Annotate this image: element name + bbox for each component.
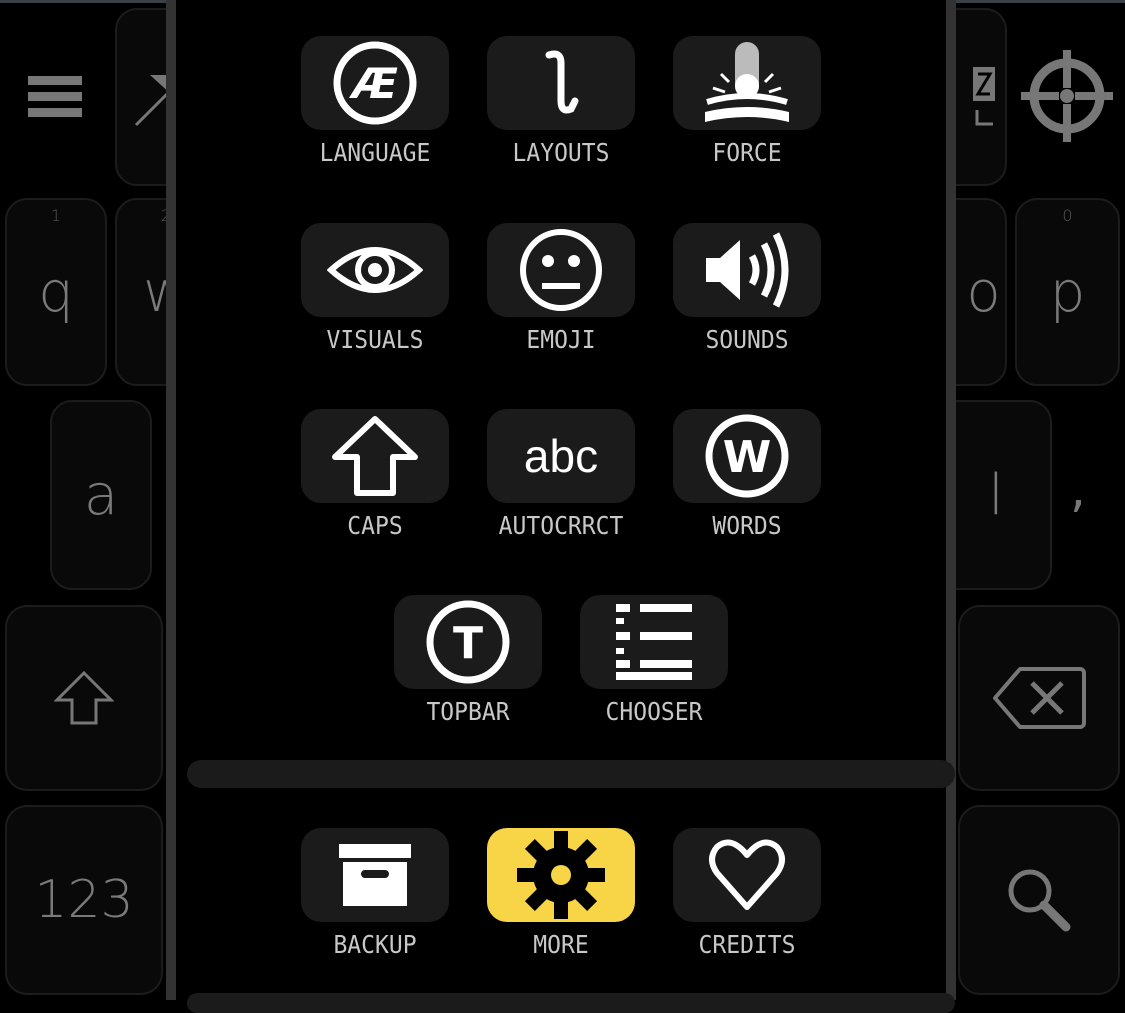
autocrrct-label: AUTOCRRCT xyxy=(498,511,624,540)
topbar-button[interactable]: T xyxy=(394,595,542,689)
words-button[interactable]: W xyxy=(673,409,821,503)
force-button[interactable] xyxy=(673,36,821,130)
abc-icon: abc xyxy=(523,430,599,482)
key-backspace[interactable] xyxy=(958,605,1120,791)
credits-label: CREDITS xyxy=(698,930,796,959)
emoji-button[interactable] xyxy=(487,223,635,317)
more-label: MORE xyxy=(533,930,589,959)
more-button[interactable] xyxy=(487,828,635,922)
speaker-icon xyxy=(702,230,792,310)
menu-icon[interactable] xyxy=(28,76,82,118)
heart-icon xyxy=(707,837,787,913)
visuals-label: VISUALS xyxy=(326,325,424,354)
sounds-button[interactable] xyxy=(673,223,821,317)
key-numbers[interactable]: 123 xyxy=(5,805,163,995)
topbar-t-icon: T xyxy=(425,599,511,685)
visuals-button[interactable] xyxy=(301,223,449,317)
layouts-iota-icon xyxy=(531,43,591,123)
words-label: WORDS xyxy=(712,511,782,540)
chooser-label: CHOOSER xyxy=(605,697,703,726)
layouts-button[interactable] xyxy=(487,36,635,130)
key-q[interactable]: 1q xyxy=(5,198,107,386)
chooser-button[interactable] xyxy=(580,595,728,689)
divider-bar xyxy=(187,760,955,788)
svg-text:T: T xyxy=(453,618,483,669)
eye-icon xyxy=(327,240,423,300)
search-icon xyxy=(1008,869,1071,932)
shift-arrow-icon xyxy=(329,415,421,497)
svg-text:W: W xyxy=(723,432,772,483)
language-label: LANGUAGE xyxy=(319,138,431,167)
svg-text:Æ: Æ xyxy=(348,59,398,108)
neutral-face-icon xyxy=(518,227,604,313)
words-w-icon: W xyxy=(704,413,790,499)
layouts-label: LAYOUTS xyxy=(512,138,610,167)
caps-button[interactable] xyxy=(301,409,449,503)
credits-button[interactable] xyxy=(673,828,821,922)
language-button[interactable]: Æ xyxy=(301,36,449,130)
emoji-label: EMOJI xyxy=(526,325,596,354)
shift-icon xyxy=(54,670,114,725)
archive-box-icon xyxy=(337,842,413,908)
keyboard-mode-icon xyxy=(972,67,995,126)
key-search[interactable] xyxy=(958,805,1120,995)
autocrrct-button[interactable]: abc xyxy=(487,409,635,503)
crosshair-icon[interactable] xyxy=(1021,50,1113,146)
backspace-icon xyxy=(993,667,1086,729)
backup-button[interactable] xyxy=(301,828,449,922)
key-p[interactable]: 0p xyxy=(1015,198,1120,386)
key-shift[interactable] xyxy=(5,605,163,791)
force-icon xyxy=(701,40,793,126)
key-comma[interactable]: , xyxy=(1070,460,1086,518)
list-icon xyxy=(614,602,694,682)
sounds-label: SOUNDS xyxy=(705,325,789,354)
settings-panel: Æ LANGUAGE LAYOUTS FORCE VISUALS EMOJI SOUNDS C… xyxy=(166,0,956,1013)
backup-label: BACKUP xyxy=(333,930,417,959)
key-a[interactable]: a xyxy=(50,400,152,590)
topbar-label: TOPBAR xyxy=(426,697,510,726)
force-label: FORCE xyxy=(712,138,782,167)
language-ae-icon: Æ xyxy=(332,40,418,126)
bottom-bar xyxy=(187,993,955,1013)
gear-icon xyxy=(515,829,607,921)
caps-label: CAPS xyxy=(347,511,403,540)
